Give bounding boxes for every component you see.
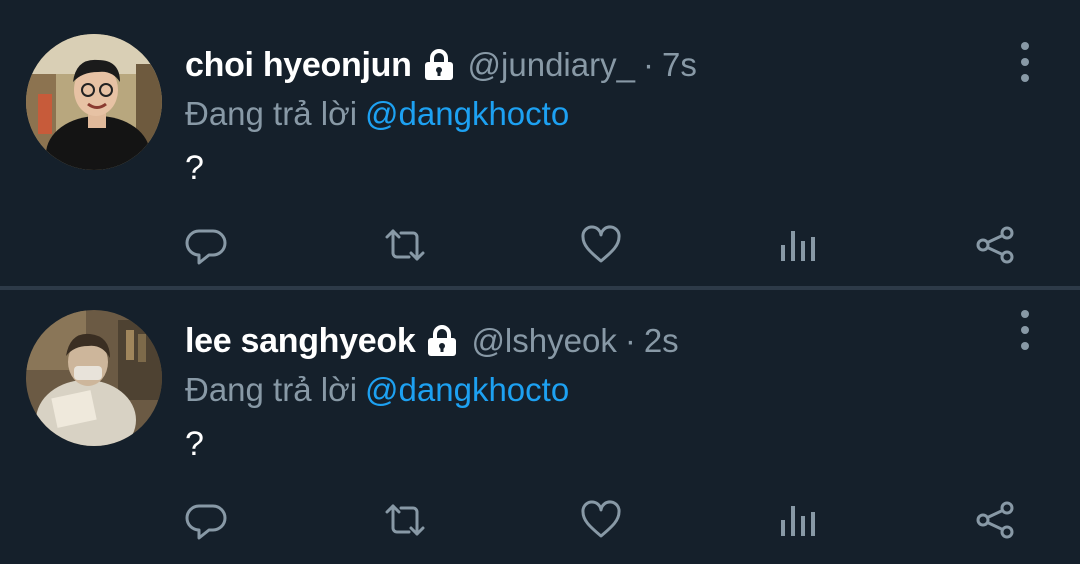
like-button[interactable] xyxy=(576,220,626,270)
retweet-icon xyxy=(385,504,425,536)
tweet-content: lee sanghyeok @lshyeok · 2s Đang trả lời… xyxy=(185,316,1080,466)
tweet-actions xyxy=(0,495,1080,545)
share-button[interactable] xyxy=(970,220,1020,270)
reply-context: Đang trả lời @dangkhocto xyxy=(185,366,1080,414)
lock-icon xyxy=(425,324,459,358)
analytics-button[interactable] xyxy=(772,220,822,270)
analytics-button[interactable] xyxy=(772,495,822,545)
mention-link[interactable]: @dangkhocto xyxy=(365,371,569,408)
tweet-text: ? xyxy=(185,149,204,187)
reply-button[interactable] xyxy=(182,495,232,545)
more-vertical-icon[interactable] xyxy=(1014,42,1036,82)
reply-prefix: Đang trả lời xyxy=(185,95,358,132)
more-vertical-icon[interactable] xyxy=(1014,310,1036,350)
retweet-button[interactable] xyxy=(380,495,430,545)
reply-context: Đang trả lời @dangkhocto xyxy=(185,90,1080,138)
like-button[interactable] xyxy=(576,495,626,545)
mention-link[interactable]: @dangkhocto xyxy=(365,95,569,132)
analytics-icon xyxy=(781,231,815,261)
display-name[interactable]: choi hyeonjun xyxy=(185,46,412,85)
retweet-icon xyxy=(385,229,425,261)
tweet-content: choi hyeonjun @jundiary_ · 7s Đang trả l… xyxy=(185,40,1080,190)
share-icon xyxy=(976,226,1014,264)
timestamp[interactable]: 2s xyxy=(644,322,679,360)
share-button[interactable] xyxy=(970,495,1020,545)
reply-icon xyxy=(185,229,227,265)
avatar[interactable] xyxy=(26,34,162,170)
tweet-actions xyxy=(0,220,1080,270)
heart-icon xyxy=(581,225,621,263)
tweet[interactable]: choi hyeonjun @jundiary_ · 7s Đang trả l… xyxy=(0,0,1080,286)
retweet-button[interactable] xyxy=(380,220,430,270)
user-handle[interactable]: @lshyeok xyxy=(471,322,616,360)
timestamp[interactable]: 7s xyxy=(662,46,697,84)
separator: · xyxy=(624,322,636,359)
user-handle[interactable]: @jundiary_ xyxy=(468,46,635,84)
reply-prefix: Đang trả lời xyxy=(185,371,358,408)
tweet-header: lee sanghyeok @lshyeok · 2s xyxy=(185,316,1080,366)
avatar[interactable] xyxy=(26,310,162,446)
display-name[interactable]: lee sanghyeok xyxy=(185,322,416,361)
tweet-text: ? xyxy=(185,425,204,463)
reply-button[interactable] xyxy=(182,220,232,270)
analytics-icon xyxy=(781,506,815,536)
tweet-header: choi hyeonjun @jundiary_ · 7s xyxy=(185,40,1080,90)
lock-icon xyxy=(422,48,456,82)
reply-icon xyxy=(185,504,227,540)
share-icon xyxy=(976,501,1014,539)
tweet[interactable]: lee sanghyeok @lshyeok · 2s Đang trả lời… xyxy=(0,290,1080,564)
heart-icon xyxy=(581,500,621,538)
separator: · xyxy=(642,46,654,83)
